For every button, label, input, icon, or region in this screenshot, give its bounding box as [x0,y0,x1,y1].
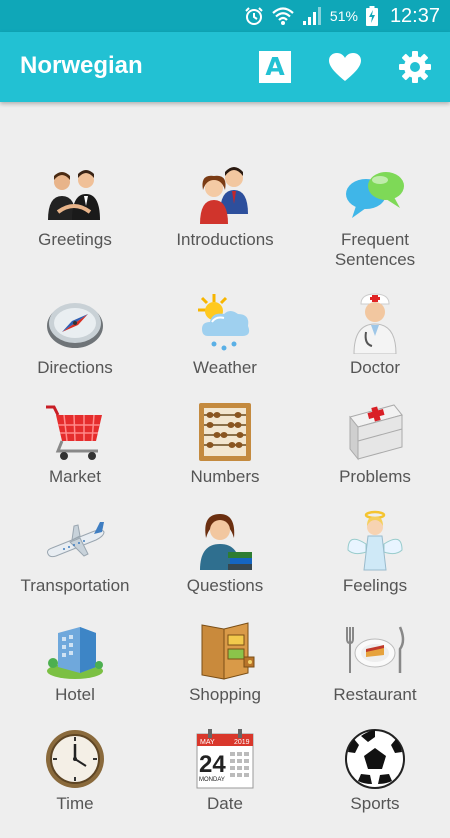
heart-icon [329,53,361,81]
status-icons: 51% 12:37 [244,0,440,32]
category-weather[interactable]: Weather [150,292,300,402]
first-aid-kit-icon [349,404,403,461]
category-transportation[interactable]: Transportation [0,510,150,620]
calendar-year: 2019 [234,739,250,746]
category-directions[interactable]: Directions [0,292,150,402]
battery-percent: 51% [329,8,358,24]
category-label: Transportation [20,576,130,595]
status-bar: 51% 12:37 [0,0,450,32]
app-bar: Norwegian A [0,32,450,102]
category-label: Weather [193,358,257,377]
category-introductions[interactable]: Introductions [150,164,300,274]
introductions-icon [200,167,248,224]
doctor-icon [353,293,397,354]
hotel-building-icon [47,627,103,679]
category-time[interactable]: Time [0,728,150,838]
category-label: Shopping [189,685,261,704]
category-questions[interactable]: Questions [150,510,300,620]
favorites-button[interactable] [327,49,363,85]
calendar-month: MAY [200,739,215,746]
questions-icon [200,514,252,570]
gear-icon [399,51,431,83]
category-grid: Greetings Introductions Frequent Sentenc… [0,102,450,813]
signal-icon [302,7,321,25]
category-numbers[interactable]: Numbers [150,401,300,511]
weather-icon [198,294,250,351]
category-label: Numbers [190,467,260,486]
airplane-icon [47,522,105,558]
calendar-icon: MAY 2019 24 MONDAY [196,729,254,789]
category-doctor[interactable]: Doctor [300,292,450,402]
category-label: Directions [37,358,113,377]
clock-icon [46,730,104,788]
greetings-icon [48,170,100,220]
angel-icon [347,510,403,571]
settings-button[interactable] [397,49,433,85]
category-label: Introductions [176,230,274,249]
category-label: Date [207,794,243,813]
font-icon: A [259,51,291,83]
category-hotel[interactable]: Hotel [0,619,150,729]
battery-charging-icon [365,6,378,26]
abacus-icon [199,403,251,461]
category-label: Doctor [349,358,401,377]
speech-bubbles-icon [346,172,404,218]
font-size-button[interactable]: A [257,49,293,85]
category-label: Frequent Sentences [334,230,416,269]
status-time: 12:37 [389,4,440,27]
category-label: Market [49,467,101,486]
category-label: Hotel [55,685,95,704]
wallet-icon [201,622,255,680]
wifi-icon [272,7,294,25]
category-label: Questions [186,576,264,595]
soccer-ball-icon [345,729,405,789]
category-restaurant[interactable]: Restaurant [300,619,450,729]
category-feelings[interactable]: Feelings [300,510,450,620]
calendar-weekday: MONDAY [199,777,225,783]
category-label: Sports [350,794,400,813]
category-label: Greetings [38,230,112,249]
category-label: Feelings [342,576,408,595]
category-label: Time [56,794,94,813]
category-label: Problems [339,467,411,486]
category-label: Restaurant [333,685,417,704]
compass-icon [47,303,103,348]
category-frequent-sentences[interactable]: Frequent Sentences [300,164,450,274]
category-shopping[interactable]: Shopping [150,619,300,729]
category-sports[interactable]: Sports [300,728,450,838]
category-greetings[interactable]: Greetings [0,164,150,274]
app-title: Norwegian [20,52,143,79]
category-date[interactable]: MAY 2019 24 MONDAY Date [150,728,300,838]
calendar-day: 24 [199,751,226,778]
shopping-cart-icon [46,405,102,460]
plate-cutlery-icon [346,626,405,673]
alarm-icon [245,7,263,25]
category-problems[interactable]: Problems [300,401,450,511]
category-market[interactable]: Market [0,401,150,511]
